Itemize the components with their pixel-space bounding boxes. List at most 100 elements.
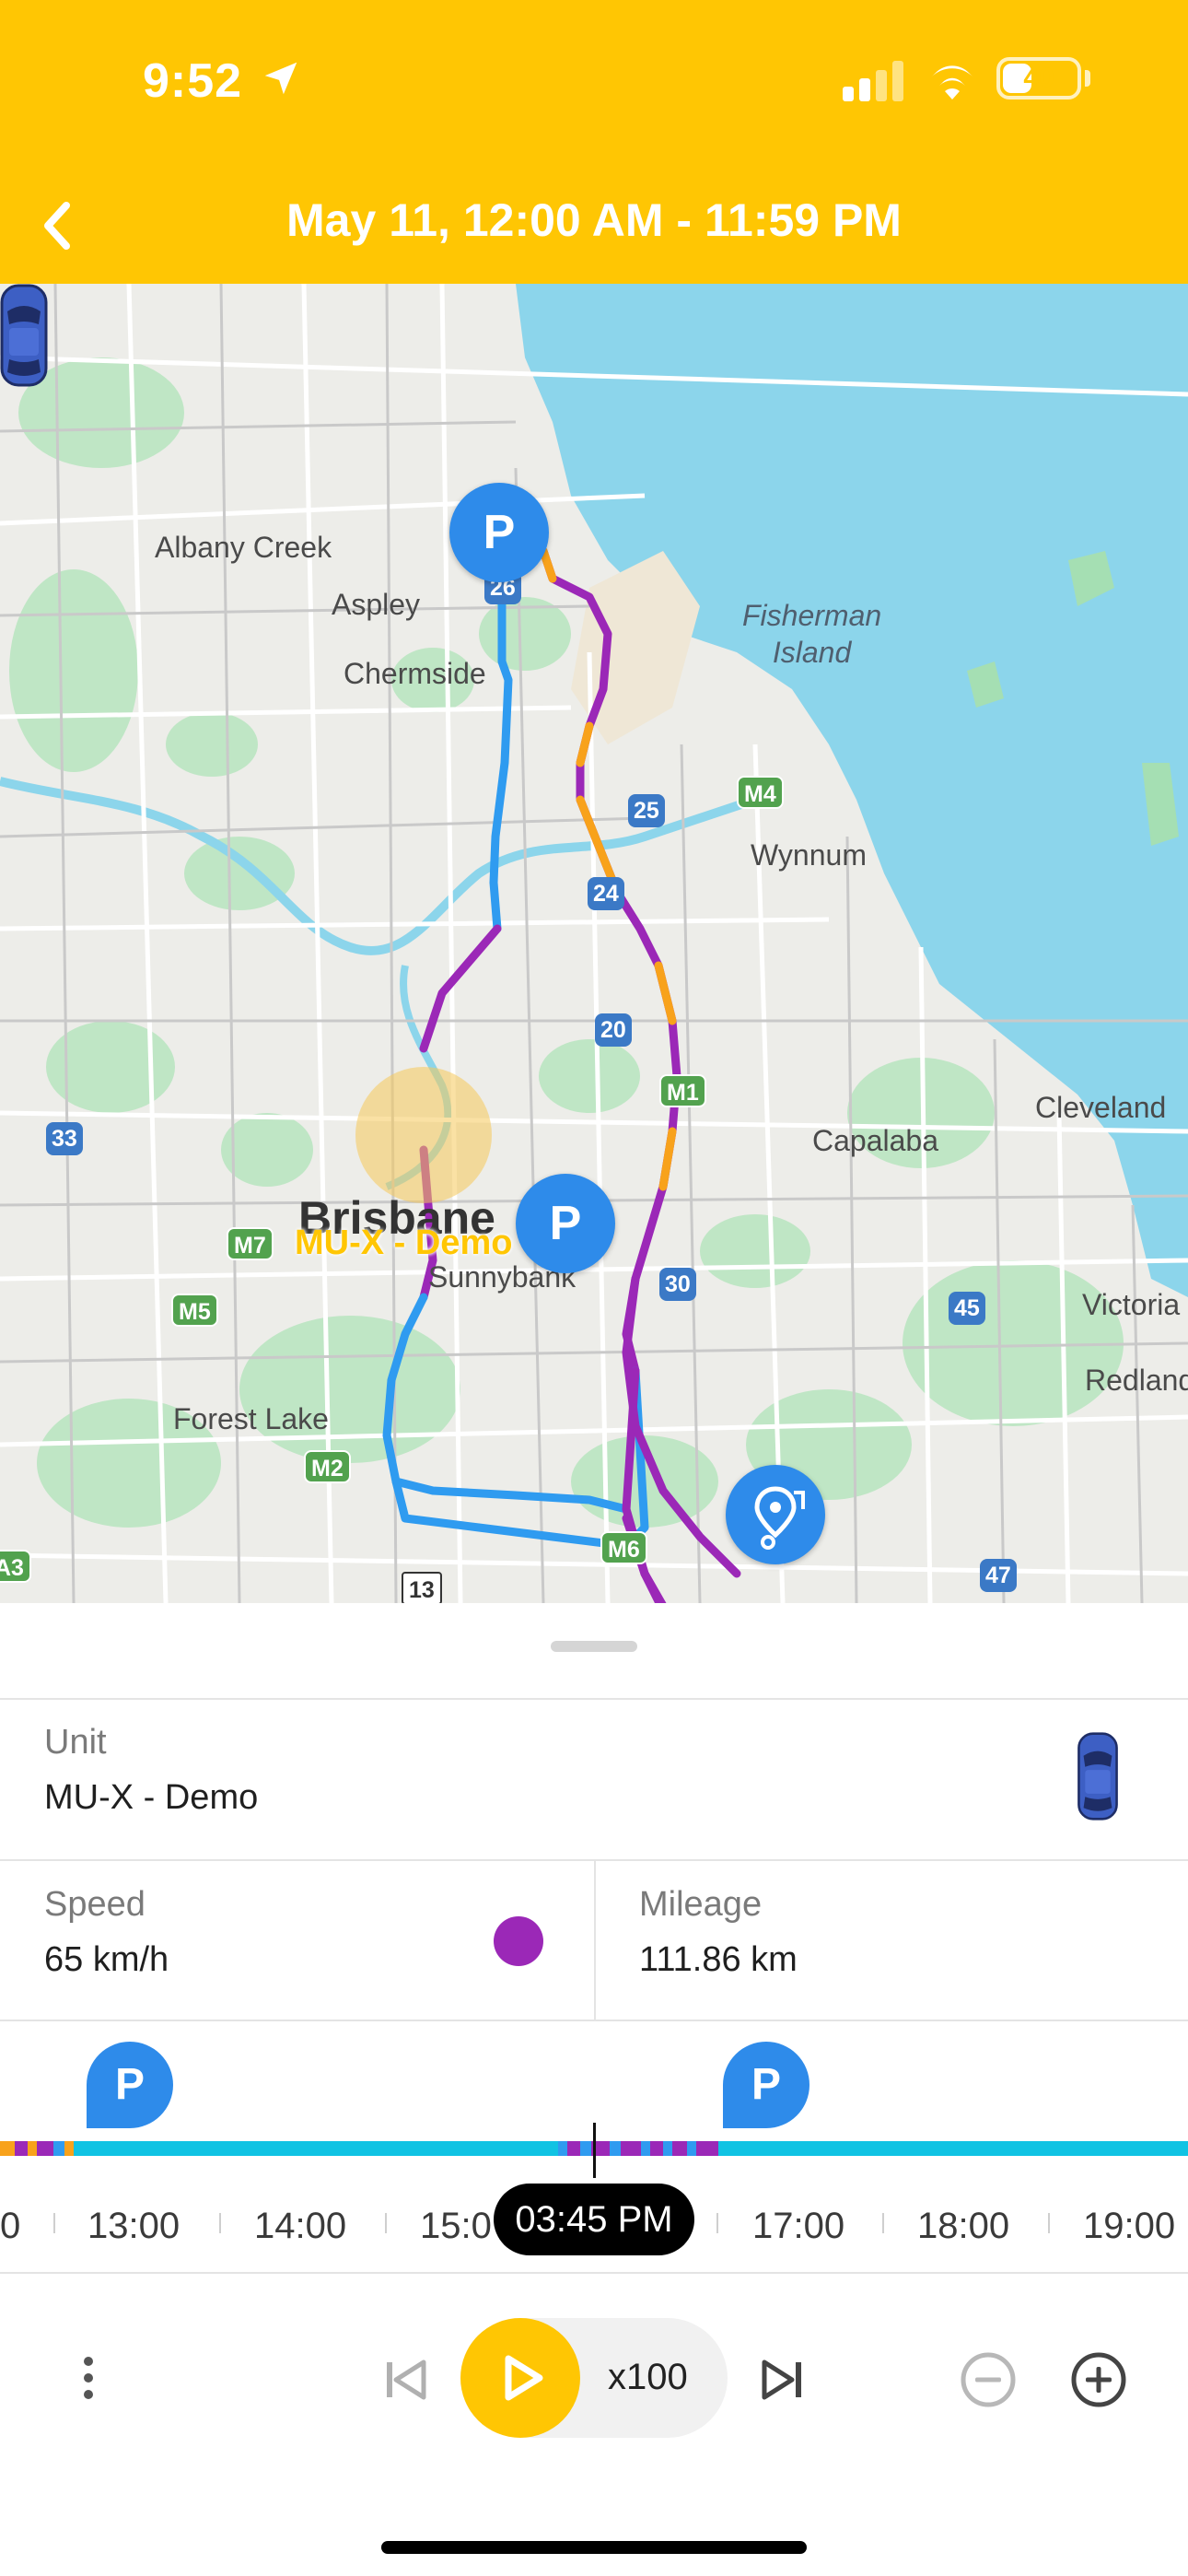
cellular-signal-icon bbox=[843, 61, 903, 101]
page-title: May 11, 12:00 AM - 11:59 PM bbox=[286, 194, 902, 246]
skip-back-icon[interactable] bbox=[381, 2357, 429, 2403]
unit-label: Unit bbox=[44, 1723, 107, 1762]
parking-stop-pin[interactable]: P bbox=[449, 483, 549, 582]
road-shield: 13 bbox=[402, 1572, 442, 1603]
timeline-segment bbox=[687, 2141, 696, 2156]
playback-speed-button[interactable]: x100 bbox=[608, 2357, 688, 2398]
play-icon bbox=[505, 2355, 543, 2401]
speed-color-indicator bbox=[494, 1916, 543, 1966]
home-indicator[interactable] bbox=[381, 2541, 807, 2554]
map-label-redland: Redland bbox=[1085, 1364, 1188, 1397]
map-view[interactable]: Albany Creek Aspley Chermside Fisherman … bbox=[0, 284, 1188, 1603]
tick-separator bbox=[882, 2213, 884, 2233]
island-label-line-1: Fisherman bbox=[742, 599, 882, 632]
divider bbox=[0, 1698, 1188, 1700]
map-label-albany-creek: Albany Creek bbox=[155, 531, 332, 564]
map-label-aspley: Aspley bbox=[332, 588, 421, 621]
timeline-tick: 15:0 bbox=[420, 2206, 492, 2246]
timeline-segment bbox=[0, 2141, 15, 2156]
battery-percent: 40 bbox=[1023, 63, 1054, 93]
trip-start-pin[interactable] bbox=[726, 1465, 825, 1564]
zoom-out-icon[interactable] bbox=[960, 2351, 1017, 2408]
play-button[interactable] bbox=[460, 2318, 580, 2438]
map-label-capalaba: Capalaba bbox=[812, 1124, 938, 1157]
map-label-victoria: Victoria bbox=[1082, 1288, 1181, 1321]
road-shield: 45 bbox=[949, 1292, 985, 1325]
timeline-segment bbox=[696, 2141, 718, 2156]
timeline-tick: 17:00 bbox=[752, 2206, 845, 2246]
timeline-segment bbox=[580, 2141, 591, 2156]
map-label-forest-lake: Forest Lake bbox=[173, 1402, 329, 1435]
map-label-chermside: Chermside bbox=[344, 657, 486, 690]
timeline-segment bbox=[567, 2141, 580, 2156]
current-time-badge: 03:45 PM bbox=[494, 2184, 694, 2255]
status-time: 9:52 bbox=[143, 54, 243, 108]
map-label-fisherman-island: Fisherman Island bbox=[742, 597, 881, 671]
timeline-tick: 18:00 bbox=[917, 2206, 1010, 2246]
timeline-segment bbox=[558, 2141, 567, 2156]
island-label-line-2: Island bbox=[772, 636, 852, 669]
map-label-cleveland: Cleveland bbox=[1035, 1091, 1167, 1124]
road-shield: 47 bbox=[980, 1559, 1017, 1592]
road-shield: 30 bbox=[659, 1268, 696, 1301]
timeline-stop-marker[interactable]: P bbox=[87, 2042, 173, 2128]
route-start-icon bbox=[754, 1486, 805, 1550]
tick-separator bbox=[716, 2213, 718, 2233]
timeline-segment bbox=[650, 2141, 663, 2156]
tick-separator bbox=[219, 2213, 221, 2233]
speed-value: 65 km/h bbox=[44, 1940, 169, 1979]
tick-separator bbox=[53, 2213, 55, 2233]
wifi-icon bbox=[931, 65, 973, 100]
unit-value: MU-X - Demo bbox=[44, 1778, 259, 1817]
road-shield: 20 bbox=[595, 1013, 632, 1047]
timeline-segment bbox=[28, 2141, 37, 2156]
vehicle-car-icon[interactable] bbox=[0, 284, 48, 387]
more-vertical-icon[interactable] bbox=[72, 2355, 105, 2401]
parking-stop-pin[interactable]: P bbox=[516, 1174, 615, 1273]
timeline-segment bbox=[621, 2141, 641, 2156]
unit-car-icon bbox=[1077, 1732, 1118, 1821]
timeline-tick: 19:00 bbox=[1083, 2206, 1176, 2246]
road-shield: 25 bbox=[628, 794, 665, 827]
timeline-cursor[interactable] bbox=[593, 2123, 596, 2178]
vehicle-highlight bbox=[355, 1067, 492, 1203]
divider-vertical bbox=[594, 1859, 596, 2020]
location-arrow-icon bbox=[264, 62, 297, 95]
app-header: 9:52 40 May 11, 12:00 AM - 11:59 PM bbox=[0, 0, 1188, 284]
divider bbox=[0, 2020, 1188, 2021]
timeline-segment bbox=[37, 2141, 53, 2156]
mileage-value: 111.86 km bbox=[639, 1940, 798, 1979]
battery-tip bbox=[1085, 70, 1090, 87]
skip-forward-icon[interactable] bbox=[759, 2357, 807, 2403]
road-shield: M5 bbox=[171, 1294, 218, 1327]
road-shield: 24 bbox=[588, 877, 624, 910]
road-shield: A3 bbox=[0, 1550, 31, 1583]
tick-separator bbox=[1048, 2213, 1050, 2233]
tick-separator bbox=[385, 2213, 387, 2233]
timeline-tick: 14:00 bbox=[254, 2206, 347, 2246]
speed-label: Speed bbox=[44, 1885, 146, 1924]
road-shield: 33 bbox=[46, 1122, 83, 1155]
timeline-segment bbox=[53, 2141, 64, 2156]
timeline-segment bbox=[610, 2141, 621, 2156]
road-shield: M1 bbox=[659, 1074, 706, 1107]
road-shield: M4 bbox=[737, 776, 784, 809]
map-label-wynnum: Wynnum bbox=[751, 838, 867, 872]
zoom-in-icon[interactable] bbox=[1070, 2351, 1127, 2408]
timeline-segment bbox=[663, 2141, 672, 2156]
divider bbox=[0, 2272, 1188, 2274]
timeline-tick: 13:00 bbox=[87, 2206, 181, 2246]
timeline-segment bbox=[64, 2141, 74, 2156]
timeline-tick: 0 bbox=[0, 2206, 21, 2246]
timeline-segment bbox=[15, 2141, 28, 2156]
mileage-label: Mileage bbox=[639, 1885, 763, 1924]
road-shield: M7 bbox=[227, 1227, 274, 1260]
battery-icon: 40 bbox=[996, 57, 1081, 100]
timeline-segment bbox=[672, 2141, 687, 2156]
timeline-segment bbox=[641, 2141, 650, 2156]
sheet-grabber[interactable] bbox=[551, 1641, 637, 1652]
road-shield: M2 bbox=[304, 1450, 351, 1483]
road-shield: M6 bbox=[600, 1531, 647, 1564]
timeline-stop-marker[interactable]: P bbox=[723, 2042, 809, 2128]
vehicle-map-label: MU-X - Demo bbox=[295, 1224, 513, 1262]
